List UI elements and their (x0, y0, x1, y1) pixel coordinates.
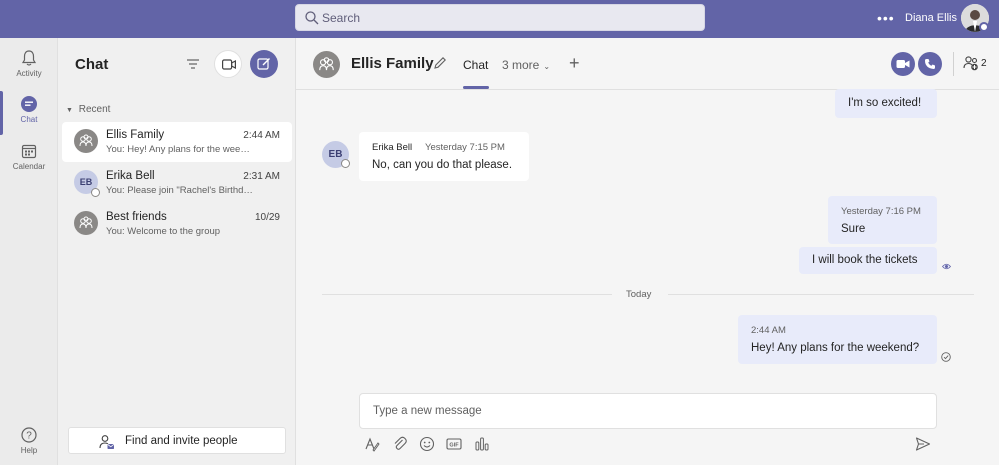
sent-check-icon (941, 352, 951, 362)
rail-item-calendar[interactable]: Calendar (0, 140, 58, 184)
chat-preview: You: Please join "Rachel's Birthd… (106, 185, 253, 196)
chat-name: Erika Bell (106, 170, 155, 182)
chevron-down-icon: ⌄ (543, 62, 551, 71)
presence-status-icon (341, 159, 350, 168)
tab-more-label: 3 more (502, 58, 540, 72)
format-icon[interactable] (364, 436, 380, 452)
group-avatar (74, 211, 98, 235)
gif-icon[interactable]: GIF (446, 436, 462, 452)
date-divider-line (668, 294, 974, 295)
help-icon: ? (21, 427, 37, 443)
message-text: No, can you do that please. (372, 159, 513, 171)
video-camera-icon (222, 59, 236, 70)
tab-more[interactable]: 3 more ⌄ (502, 58, 550, 72)
chat-name: Ellis Family (106, 129, 165, 141)
person-mail-icon (99, 435, 115, 449)
attach-icon[interactable] (392, 436, 408, 452)
search-icon (305, 11, 319, 25)
chat-time: 10/29 (254, 212, 280, 223)
message-text: Hey! Any plans for the weekend? (751, 342, 920, 354)
chat-icon (21, 96, 37, 112)
chat-list-title: Chat (75, 56, 109, 73)
search-box[interactable]: Search (295, 4, 705, 31)
message-text: I'm so excited! (848, 97, 922, 109)
rail-label-calendar: Calendar (12, 162, 46, 171)
svg-text:GIF: GIF (449, 443, 459, 449)
message-sender: Erika Bell (372, 142, 413, 153)
seen-eye-icon (942, 263, 951, 270)
rail-item-help[interactable]: ? Help (0, 426, 58, 465)
app-rail: Activity Chat Calendar ? Help (0, 38, 58, 465)
chat-preview: You: Welcome to the group (106, 226, 221, 237)
participants-count: 2 (981, 58, 987, 69)
send-icon[interactable] (915, 436, 931, 452)
date-divider-label: Today (626, 289, 652, 300)
meet-now-button[interactable] (214, 50, 242, 78)
video-camera-icon (896, 60, 910, 68)
group-icon (319, 57, 334, 71)
svg-text:?: ? (26, 431, 32, 442)
pencil-icon[interactable] (433, 56, 447, 70)
rail-item-chat[interactable]: Chat (0, 91, 58, 135)
message-time: 2:44 AM (751, 325, 786, 336)
rail-label-chat: Chat (20, 115, 38, 124)
group-icon (79, 134, 93, 147)
compose-box[interactable] (359, 393, 937, 429)
user-name: Diana Ellis (905, 12, 957, 24)
group-avatar (74, 129, 98, 153)
message-input[interactable] (360, 394, 936, 428)
chat-time: 2:31 AM (243, 171, 280, 182)
more-options-button[interactable]: ••• (877, 10, 895, 26)
chat-list-item[interactable]: Ellis Family 2:44 AM You: Hey! Any plans… (62, 122, 292, 162)
message-text: Sure (841, 223, 866, 235)
top-bar: Search ••• Diana Ellis (0, 0, 999, 38)
recent-section-label: Recent (78, 104, 111, 115)
calendar-icon (21, 144, 37, 159)
presence-status-icon (979, 22, 989, 32)
presence-status-icon (91, 188, 100, 197)
compose-icon (257, 58, 270, 70)
chat-list-panel: Chat ▼ Recent Ellis Family 2:44 AM You: … (58, 38, 296, 465)
conversation-title: Ellis Family (351, 55, 434, 72)
chat-list-item[interactable]: Best friends 10/29 You: Welcome to the g… (62, 204, 292, 244)
message-time: Yesterday 7:15 PM (425, 142, 505, 153)
tab-chat[interactable]: Chat (463, 58, 488, 72)
header-separator (953, 52, 954, 76)
message-bubble-mine[interactable]: I will book the tickets (799, 247, 937, 274)
chat-time: 2:44 AM (243, 130, 280, 141)
active-tab-indicator (463, 86, 489, 89)
rail-label-activity: Activity (16, 69, 42, 78)
new-chat-button[interactable] (250, 50, 278, 78)
conversation-pane: Ellis Family Chat 3 more ⌄ + 2 I'm so exc… (296, 38, 999, 465)
chat-name: Best friends (106, 211, 167, 223)
chat-preview: You: Hey! Any plans for the wee… (106, 144, 250, 155)
conversation-header: Ellis Family Chat 3 more ⌄ + 2 (296, 38, 999, 90)
message-time: Yesterday 7:16 PM (841, 206, 921, 217)
bell-icon (21, 50, 37, 66)
message-bubble-mine[interactable]: I'm so excited! (835, 89, 937, 118)
emoji-icon[interactable] (419, 436, 435, 452)
video-call-button[interactable] (891, 52, 915, 76)
participants-icon[interactable] (963, 55, 979, 71)
search-placeholder: Search (322, 11, 361, 25)
add-tab-button[interactable]: + (569, 53, 580, 74)
filter-icon[interactable] (186, 57, 200, 71)
audio-call-button[interactable] (918, 52, 942, 76)
message-bubble-mine[interactable]: 2:44 AM Hey! Any plans for the weekend? (738, 315, 937, 364)
phone-icon (925, 59, 935, 69)
find-invite-people-label: Find and invite people (125, 435, 238, 447)
rail-label-help: Help (20, 446, 38, 455)
message-text: I will book the tickets (812, 254, 918, 266)
chat-list-item[interactable]: EB Erika Bell 2:31 AM You: Please join "… (62, 163, 292, 203)
date-divider-line (322, 294, 612, 295)
group-avatar[interactable] (313, 51, 340, 78)
recent-section-header[interactable]: ▼ Recent (66, 104, 110, 115)
group-icon (79, 216, 93, 229)
poll-icon[interactable] (474, 436, 490, 452)
rail-item-activity[interactable]: Activity (0, 46, 58, 90)
find-invite-people-button[interactable]: Find and invite people (68, 427, 286, 454)
message-bubble-mine[interactable]: Yesterday 7:16 PM Sure (828, 196, 937, 244)
message-bubble-theirs[interactable]: Erika Bell Yesterday 7:15 PM No, can you… (359, 132, 529, 181)
chevron-down-icon: ▼ (66, 107, 73, 114)
